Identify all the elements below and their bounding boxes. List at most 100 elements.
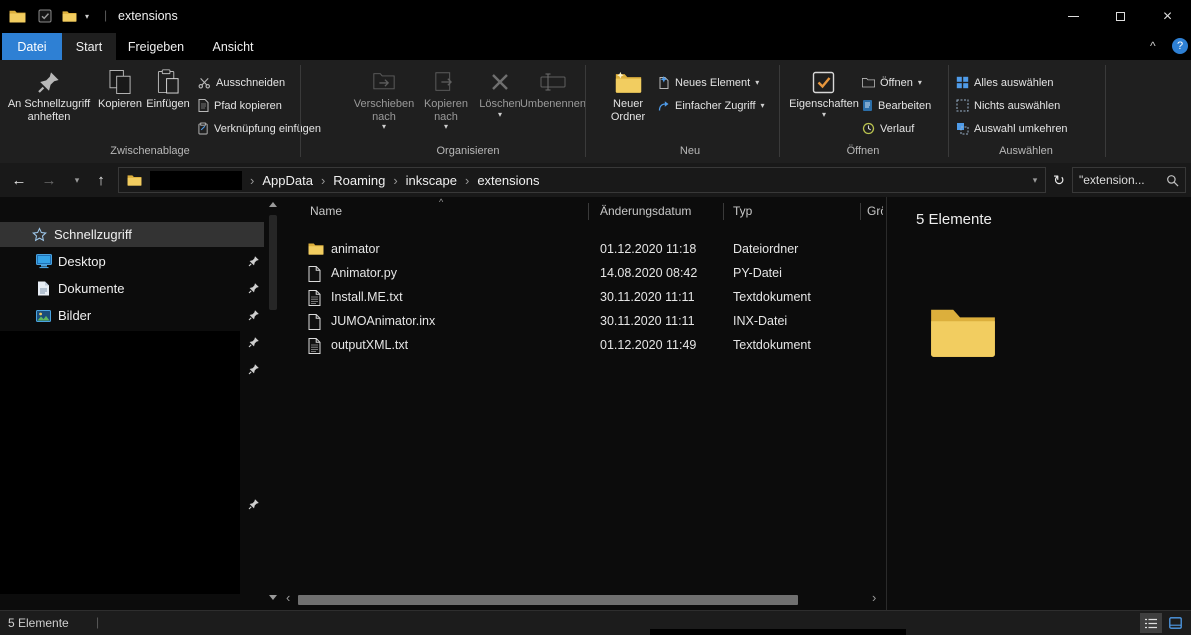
copy-path-button[interactable]: Pfad kopieren [198, 95, 282, 116]
file-row-jumoanimator[interactable]: JUMOAnimator.inx 30.11.2020 11:11 INX-Da… [283, 310, 873, 334]
invert-selection-button[interactable]: Auswahl umkehren [956, 118, 1068, 139]
column-header-size[interactable]: Größe [867, 204, 883, 218]
sidebar-item-dokumente[interactable]: Dokumente [0, 276, 264, 301]
search-icon[interactable] [1166, 174, 1179, 187]
title-separator: | [104, 8, 107, 22]
close-button[interactable]: × [1144, 0, 1191, 33]
move-to-caret-icon: ▾ [382, 123, 386, 131]
back-button[interactable]: ← [6, 163, 32, 197]
refresh-button[interactable]: ↻ [1046, 163, 1072, 197]
pin-to-quick-access-label: An Schnellzugriff anheften [4, 98, 94, 123]
copy-to-caret-icon: ▾ [444, 123, 448, 131]
scissors-icon [198, 77, 211, 89]
cut-button[interactable]: Ausschneiden [198, 72, 285, 93]
file-row-animator[interactable]: animator 01.12.2020 11:18 Dateiordner [283, 238, 873, 262]
recent-locations-chevron-icon[interactable]: ▾ [64, 163, 90, 197]
column-divider[interactable] [860, 203, 861, 220]
search-box[interactable] [1072, 167, 1186, 193]
paste-button[interactable]: Einfügen [144, 63, 192, 111]
up-button[interactable]: ↑ [88, 163, 114, 197]
breadcrumb-item-roaming[interactable]: Roaming [333, 173, 385, 188]
copy-label: Kopieren [98, 98, 142, 111]
pin-icon[interactable] [248, 255, 260, 267]
maximize-button[interactable] [1097, 0, 1144, 33]
history-button[interactable]: Verlauf [862, 118, 914, 139]
file-name: animator [331, 242, 380, 256]
tab-freigeben[interactable]: Freigeben [116, 33, 196, 60]
scroll-right-icon[interactable]: › [872, 590, 876, 605]
delete-caret-icon: ▾ [498, 111, 502, 119]
column-divider[interactable] [723, 203, 724, 220]
tab-start[interactable]: Start [62, 33, 116, 60]
sidebar-scrollbar[interactable] [265, 197, 282, 610]
file-row-install-me[interactable]: Install.ME.txt 30.11.2020 11:11 Textdoku… [283, 286, 873, 310]
pin-icon[interactable] [248, 309, 260, 321]
paste-shortcut-label: Verknüpfung einfügen [214, 123, 321, 135]
search-input[interactable] [1079, 173, 1162, 187]
properties-button[interactable]: Eigenschaften ▾ [789, 63, 859, 119]
file-list: ^ Name Änderungsdatum Typ Größe animator… [283, 197, 885, 610]
minimize-button[interactable] [1050, 0, 1097, 33]
file-row-outputxml[interactable]: outputXML.txt 01.12.2020 11:49 Textdokum… [283, 334, 873, 358]
invert-selection-icon [956, 122, 969, 135]
file-name: Animator.py [331, 266, 397, 280]
rename-button[interactable]: Umbenennen [520, 63, 586, 111]
breadcrumb[interactable]: › AppData › Roaming › inkscape › extensi… [118, 167, 1046, 193]
scrollbar-thumb[interactable] [269, 215, 277, 310]
crumb-separator-icon: › [250, 173, 254, 188]
delete-button[interactable]: Löschen ▾ [478, 63, 522, 119]
new-folder-button[interactable]: Neuer Ordner [603, 63, 653, 123]
column-header-name[interactable]: Name [310, 204, 342, 218]
tab-datei[interactable]: Datei [2, 33, 62, 60]
file-date: 30.11.2020 11:11 [600, 314, 695, 328]
breadcrumb-item-extensions[interactable]: extensions [477, 173, 539, 188]
window-title: extensions [118, 9, 178, 23]
ribbon-collapse-icon[interactable]: ^ [1150, 39, 1156, 53]
ribbon: An Schnellzugriff anheften Kopieren Einf… [0, 60, 1191, 163]
preview-folder-icon [929, 303, 997, 359]
ribbon-separator [1105, 65, 1106, 157]
pin-icon[interactable] [248, 282, 260, 294]
file-date: 14.08.2020 08:42 [600, 266, 697, 280]
address-dropdown-chevron-icon[interactable]: ▾ [1022, 163, 1048, 197]
ribbon-separator [300, 65, 301, 157]
column-header-type[interactable]: Typ [733, 204, 752, 218]
copy-to-button[interactable]: Kopieren nach ▾ [418, 63, 474, 131]
paste-shortcut-button[interactable]: Verknüpfung einfügen [198, 118, 321, 139]
select-all-button[interactable]: Alles auswählen [956, 72, 1054, 93]
view-details-button[interactable] [1140, 613, 1162, 633]
new-item-button[interactable]: Neues Element ▾ [658, 72, 759, 93]
view-thumbnails-button[interactable] [1164, 613, 1186, 633]
sidebar-item-desktop[interactable]: Desktop [0, 249, 264, 274]
tab-ansicht[interactable]: Ansicht [196, 33, 270, 60]
column-header-date[interactable]: Änderungsdatum [600, 204, 691, 218]
easy-access-button[interactable]: Einfacher Zugriff ▾ [658, 95, 765, 116]
select-none-label: Nichts auswählen [974, 100, 1060, 112]
qat-properties-icon[interactable] [38, 9, 52, 23]
pin-icon[interactable] [248, 498, 260, 510]
cut-label: Ausschneiden [216, 77, 285, 89]
file-row-animator-py[interactable]: Animator.py 14.08.2020 08:42 PY-Datei [283, 262, 873, 286]
horizontal-scrollbar-thumb[interactable] [298, 595, 798, 605]
invert-selection-label: Auswahl umkehren [974, 123, 1068, 135]
pin-icon[interactable] [248, 363, 260, 375]
edit-button[interactable]: Bearbeiten [862, 95, 931, 116]
column-divider[interactable] [588, 203, 589, 220]
qat-customize-chevron-icon[interactable]: ▾ [85, 13, 89, 21]
pin-icon[interactable] [248, 336, 260, 348]
move-to-button[interactable]: Verschieben nach ▾ [352, 63, 416, 131]
sidebar-item-bilder[interactable]: Bilder [0, 303, 264, 328]
breadcrumb-item-appdata[interactable]: AppData [262, 173, 313, 188]
scroll-up-icon[interactable] [269, 202, 277, 207]
help-icon[interactable]: ? [1172, 38, 1188, 54]
copy-button[interactable]: Kopieren [98, 63, 142, 111]
open-button[interactable]: Öffnen ▾ [862, 72, 922, 93]
scroll-down-icon[interactable] [269, 595, 277, 600]
breadcrumb-item-inkscape[interactable]: inkscape [406, 173, 457, 188]
pin-to-quick-access-button[interactable]: An Schnellzugriff anheften [4, 63, 94, 123]
qat-new-folder-icon[interactable] [62, 10, 77, 22]
select-none-button[interactable]: Nichts auswählen [956, 95, 1060, 116]
forward-button[interactable]: → [36, 163, 62, 197]
sidebar-item-quick-access[interactable]: Schnellzugriff [0, 222, 264, 247]
scroll-left-icon[interactable]: ‹ [286, 590, 290, 605]
